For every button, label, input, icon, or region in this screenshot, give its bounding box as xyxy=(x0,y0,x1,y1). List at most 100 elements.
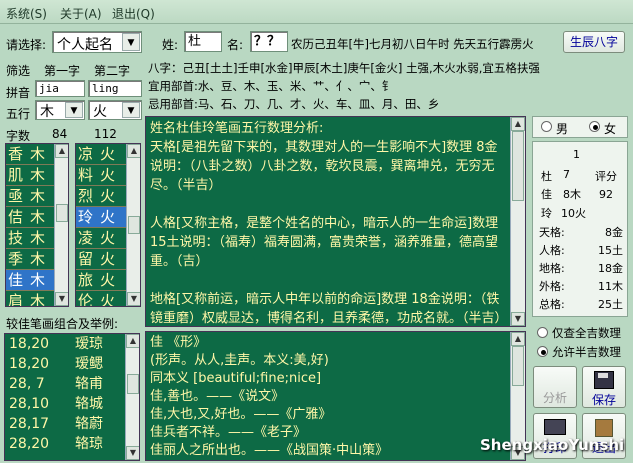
avoid-radicals: 忌用部首:马、石、刀、几、才、火、车、皿、月、田、乡 xyxy=(148,97,440,111)
scroll-up-icon[interactable]: ▲ xyxy=(55,144,68,158)
gender-male-radio[interactable] xyxy=(541,121,552,132)
bazi-button[interactable]: 生辰八字 xyxy=(563,31,625,53)
char-wuxing: 火 xyxy=(100,187,116,205)
bazi-line: 八字：己丑[土土]壬申[水金]甲辰[木土]庚午[金火] 土强,木火水弱,宜五格扶… xyxy=(148,61,540,75)
combos-title: 较佳笔画组合及举例: xyxy=(6,317,119,331)
char-wuxing: 木 xyxy=(30,166,46,184)
dict-line-3: 同本义 [beautiful;fine;nice] xyxy=(150,371,322,386)
dict-line-7: 佳丽人之所出也。——《战国策·中山策》 xyxy=(150,443,389,458)
char-glyph: 料 xyxy=(78,166,94,184)
scroll-down-icon[interactable]: ▼ xyxy=(511,312,525,326)
result-char-1: 杜 xyxy=(541,170,552,183)
menu-about[interactable]: 关于(A) xyxy=(60,5,102,22)
watermark-text: ShengxiaoYunshi xyxy=(480,436,625,454)
scroll-thumb[interactable] xyxy=(512,131,524,201)
scroll-down-icon[interactable]: ▼ xyxy=(127,292,140,306)
combo-row[interactable]: 18,20 瑷琼 xyxy=(5,334,139,354)
combo-row[interactable]: 28,17 辂蔚 xyxy=(5,414,139,434)
analysis-tiange: 天格[是祖先留下来的，其数理对人的一生影响不大]数理 8金说明：（八卦之数）八卦… xyxy=(150,140,498,193)
wuxing-first-select[interactable]: 木 ▼ xyxy=(35,100,85,120)
pinyin-second-input[interactable]: ling xyxy=(88,80,142,97)
char-wuxing: 木 xyxy=(30,187,46,205)
combo-example: 辂蔚 xyxy=(75,416,103,432)
analysis-panel[interactable]: 姓名杜佳玲笔画五行数理分析: 天格[是祖先留下来的，其数理对人的一生影响不大]数… xyxy=(145,116,526,327)
analysis-dige: 地格[又称前运，暗示人中年以前的命运]数理 18金说明：（铁镜重磨）权威显达，博… xyxy=(150,292,508,326)
chevron-down-icon[interactable]: ▼ xyxy=(122,102,140,118)
wuxing-label: 五行 xyxy=(6,107,31,121)
mode-select[interactable]: 个人起名 ▼ xyxy=(52,31,142,53)
menu-exit[interactable]: 退出(Q) xyxy=(112,5,155,22)
char-glyph: 烈 xyxy=(78,187,94,205)
scroll-up-icon[interactable]: ▲ xyxy=(511,117,525,131)
save-button-label: 保存 xyxy=(591,393,616,407)
menu-system[interactable]: 系统(S) xyxy=(6,5,47,22)
only-lucky-label: 仅查全吉数理 xyxy=(552,326,621,340)
wuxing-second-select[interactable]: 火 ▼ xyxy=(88,100,142,120)
wuxing-first-value: 木 xyxy=(40,104,54,120)
given-name-input[interactable]: ？？ xyxy=(250,31,288,52)
combo-strokes: 18,20 xyxy=(9,356,50,372)
allow-half-label: 允许半吉数理 xyxy=(552,345,621,359)
char-glyph: 凉 xyxy=(78,145,94,163)
combo-row[interactable]: 28, 7 辂甫 xyxy=(5,374,139,394)
chevron-down-icon[interactable]: ▼ xyxy=(122,33,140,51)
char-glyph: 留 xyxy=(78,250,94,268)
door-icon xyxy=(595,419,613,437)
scroll-down-icon[interactable]: ▼ xyxy=(55,292,68,306)
chevron-down-icon[interactable]: ▼ xyxy=(65,102,83,118)
dictionary-panel[interactable]: 佳 《形》 (形声。从人,圭声。本义:美,好) 同本义 [beautiful;f… xyxy=(145,331,526,461)
analysis-scrollbar[interactable]: ▲ ▼ xyxy=(510,117,525,326)
scroll-thumb[interactable] xyxy=(128,216,140,234)
first-list-scrollbar[interactable]: ▲ ▼ xyxy=(54,144,68,306)
second-list-scrollbar[interactable]: ▲ ▼ xyxy=(126,144,140,306)
wuge-row: 天格: 8金 xyxy=(539,224,623,242)
char-wuxing: 木 xyxy=(30,208,46,226)
gender-female-radio[interactable] xyxy=(589,121,600,132)
scroll-thumb[interactable] xyxy=(56,204,68,222)
char-wuxing: 木 xyxy=(30,229,46,247)
scroll-down-icon[interactable]: ▼ xyxy=(126,446,139,460)
scroll-thumb[interactable] xyxy=(512,346,524,386)
only-lucky-radio[interactable] xyxy=(537,327,548,338)
allow-half-radio[interactable] xyxy=(537,346,548,357)
analysis-title: 姓名杜佳玲笔画五行数理分析: xyxy=(150,121,324,136)
wuge-value: 8金 xyxy=(605,226,623,239)
result-stroke-3: 10火 xyxy=(561,207,586,220)
second-char-list[interactable]: 凉火料火烈火玲火凌火留火旅火伦火偎火 ▲ ▼ xyxy=(75,143,141,307)
stroke-count-label: 字数 xyxy=(6,129,31,143)
char-wuxing: 木 xyxy=(30,250,46,268)
scroll-up-icon[interactable]: ▲ xyxy=(126,334,139,348)
wuge-key: 人格: xyxy=(539,244,565,257)
filter-title: 筛选 xyxy=(6,64,31,78)
analyze-button[interactable]: 分析 xyxy=(533,366,577,408)
combo-row[interactable]: 28,20 辂琼 xyxy=(5,434,139,454)
char-wuxing: 火 xyxy=(100,208,116,226)
combo-row[interactable]: 18,20 瑷鳃 xyxy=(5,354,139,374)
combo-row[interactable]: 28,10 辂城 xyxy=(5,394,139,414)
char-wuxing: 火 xyxy=(100,271,116,289)
char-glyph: 肌 xyxy=(8,166,24,184)
char-glyph: 肩 xyxy=(8,292,24,307)
result-stroke-1: 7 xyxy=(563,168,570,181)
scroll-thumb[interactable] xyxy=(127,374,139,394)
scroll-up-icon[interactable]: ▲ xyxy=(127,144,140,158)
first-char-list[interactable]: 香木肌木亟木佶木技木季木佳木肩木茧木 ▲ ▼ xyxy=(5,143,69,307)
second-char-count: 112 xyxy=(94,127,117,141)
analysis-renge: 人格[又称主格，是整个姓名的中心，暗示人的一生命运]数理 15土说明：（福寿）福… xyxy=(150,216,499,269)
wuge-value: 25土 xyxy=(598,298,623,311)
dict-line-2: (形声。从人,圭声。本义:美,好) xyxy=(150,353,329,368)
dict-line-1: 佳 《形》 xyxy=(150,335,207,350)
combo-list[interactable]: 18,20 瑷琼 18,20 瑷鳃 28, 7 辂甫 28,10 辂城 28,17 辂蔚 28,20… xyxy=(4,333,140,461)
analyze-button-label: 分析 xyxy=(542,391,567,405)
combo-list-scrollbar[interactable]: ▲ ▼ xyxy=(125,334,139,460)
pinyin-first-input[interactable]: jia xyxy=(35,80,85,97)
save-button[interactable]: 保存 xyxy=(582,366,626,408)
char-wuxing: 火 xyxy=(100,292,116,307)
wuge-row: 人格: 15土 xyxy=(539,242,623,260)
wuxing-second-value: 火 xyxy=(93,104,107,120)
result-char-2: 佳 xyxy=(541,188,552,201)
char-wuxing: 火 xyxy=(100,145,116,163)
surname-input[interactable]: 杜 xyxy=(184,31,222,52)
char-wuxing: 火 xyxy=(100,229,116,247)
scroll-up-icon[interactable]: ▲ xyxy=(511,332,525,346)
